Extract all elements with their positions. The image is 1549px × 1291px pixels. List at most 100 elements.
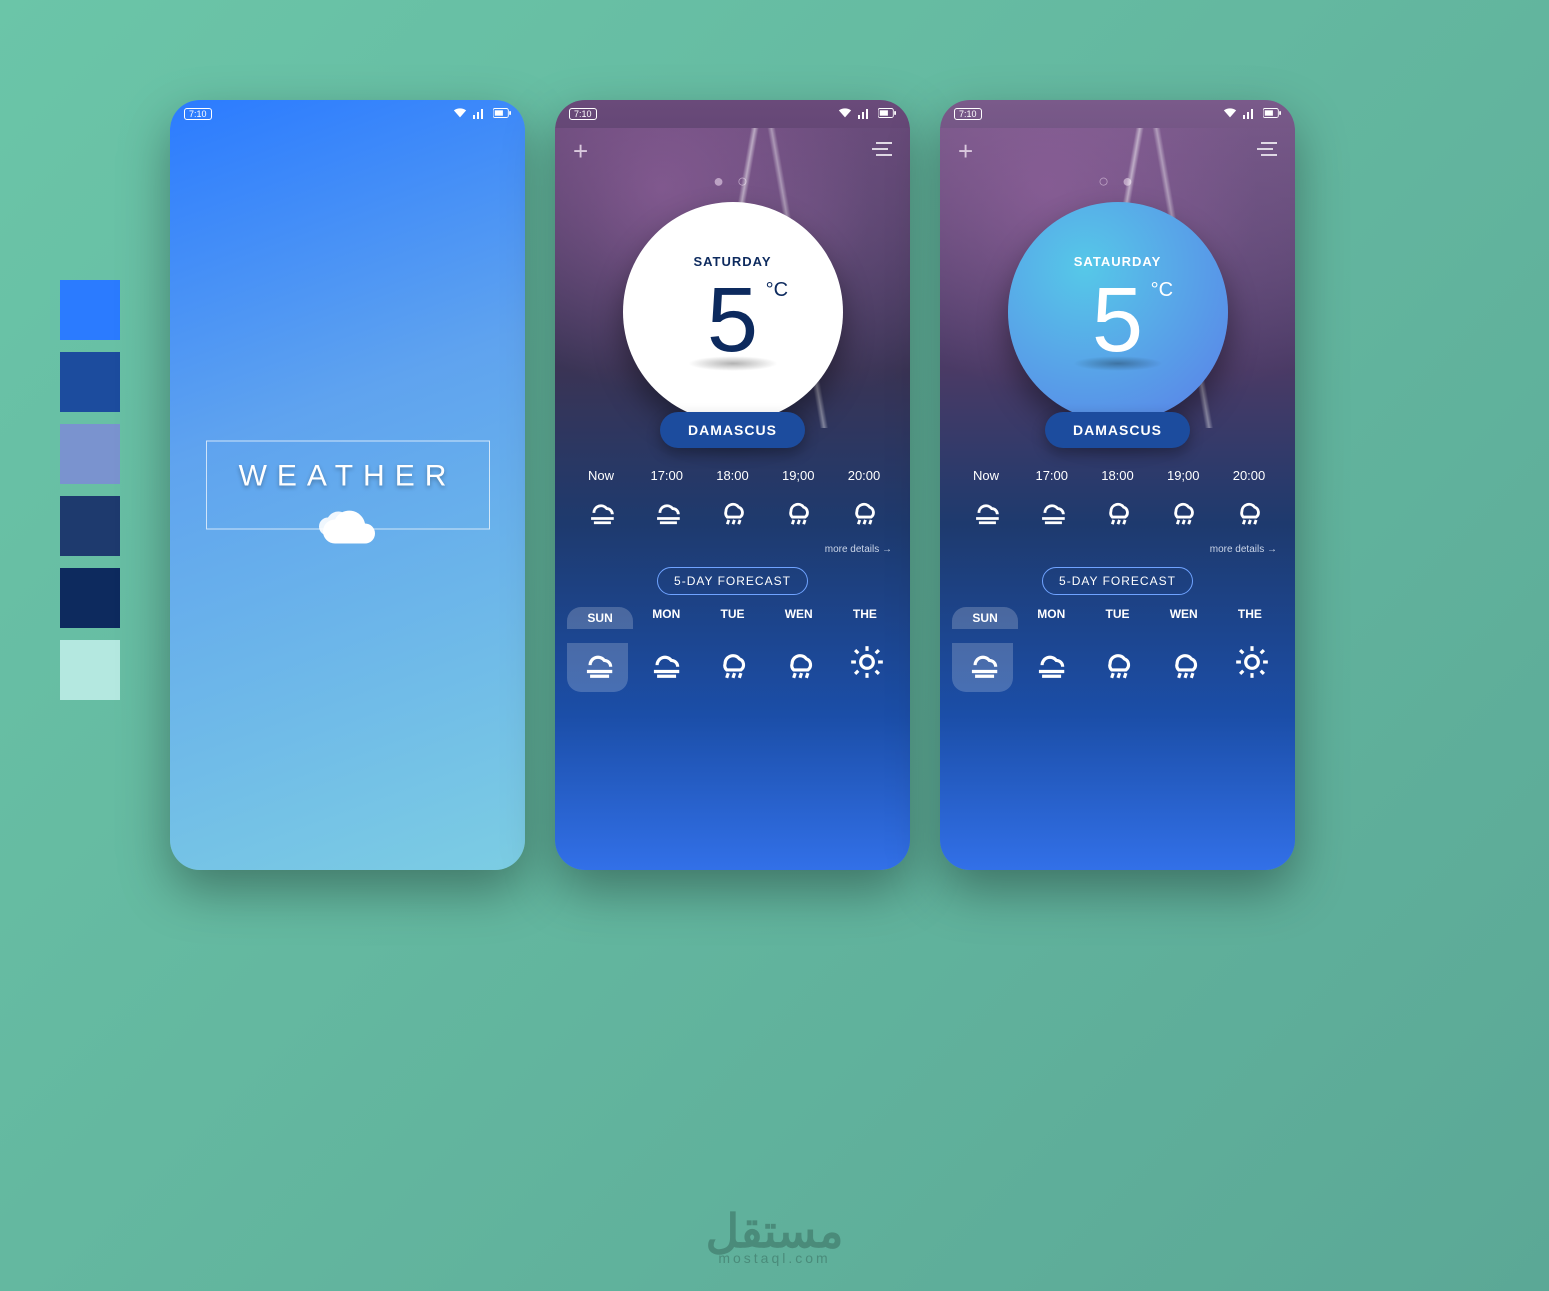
- hourly-item[interactable]: 20:00: [1219, 468, 1279, 532]
- day-icon-cell[interactable]: [1019, 643, 1080, 692]
- hour-label: 19;00: [1153, 468, 1213, 483]
- battery-icon: [1263, 108, 1281, 121]
- rain-icon: [703, 493, 763, 532]
- hourly-item[interactable]: 17:00: [637, 468, 697, 532]
- hour-label: 20:00: [1219, 468, 1279, 483]
- hour-label: 17:00: [637, 468, 697, 483]
- rain-icon: [1088, 493, 1148, 532]
- day-tab[interactable]: WEN: [766, 607, 832, 629]
- hourly-item[interactable]: 17:00: [1022, 468, 1082, 532]
- page-dots[interactable]: ● ○: [555, 171, 910, 192]
- day-icon-cell[interactable]: [702, 643, 763, 692]
- swatch-1: [60, 352, 120, 412]
- day-icon-cell[interactable]: [1087, 643, 1148, 692]
- status-time: 7:10: [954, 108, 982, 120]
- more-details-link[interactable]: more details →: [555, 538, 910, 561]
- wifi-icon: [1223, 107, 1237, 122]
- day-tab[interactable]: THE: [1217, 607, 1283, 629]
- hour-label: 18:00: [703, 468, 763, 483]
- day-tab[interactable]: THE: [832, 607, 898, 629]
- hourly-item[interactable]: 18:00: [703, 468, 763, 532]
- page-dots[interactable]: ○ ●: [940, 171, 1295, 192]
- day-tab[interactable]: SUN: [952, 607, 1018, 629]
- swatch-5: [60, 640, 120, 700]
- swatch-4: [60, 568, 120, 628]
- signal-icon: [858, 107, 872, 122]
- day-icon-cell[interactable]: [1222, 643, 1283, 692]
- day-abbrev: WEN: [1151, 607, 1217, 621]
- temperature-circle: SATURDAY 5°C: [623, 202, 843, 422]
- watermark-en: mostaql.com: [706, 1250, 844, 1266]
- day-tab[interactable]: MON: [1018, 607, 1084, 629]
- forecast-header: 5-DAY FORECAST: [657, 567, 808, 595]
- cloud-icon: [237, 504, 459, 559]
- more-details-link[interactable]: more details →: [940, 538, 1295, 561]
- hourly-item[interactable]: 19;00: [1153, 468, 1213, 532]
- rain-icon: [1153, 493, 1213, 532]
- swatch-3: [60, 496, 120, 556]
- fog-icon: [956, 493, 1016, 532]
- fog-icon: [571, 493, 631, 532]
- day-abbrev: THE: [1217, 607, 1283, 621]
- status-bar: 7:10: [940, 100, 1295, 128]
- city-pill[interactable]: DAMASCUS: [1045, 412, 1190, 448]
- day-abbrev: TUE: [1084, 607, 1150, 621]
- day-icon-cell[interactable]: [769, 643, 830, 692]
- fog-icon: [1031, 668, 1069, 685]
- day-icon-cell[interactable]: [1154, 643, 1215, 692]
- hourly-item[interactable]: 19;00: [768, 468, 828, 532]
- splash-screen: 7:10 WEATHER: [170, 100, 525, 870]
- hour-label: 19;00: [768, 468, 828, 483]
- hour-label: Now: [571, 468, 631, 483]
- day-tab[interactable]: TUE: [699, 607, 765, 629]
- menu-button[interactable]: [872, 141, 892, 162]
- day-icon-cell[interactable]: [634, 643, 695, 692]
- fog-icon: [1022, 493, 1082, 532]
- day-icon-cell[interactable]: [837, 643, 898, 692]
- hourly-forecast[interactable]: Now 17:00 18:00 19;00 20:00: [940, 448, 1295, 538]
- swatch-2: [60, 424, 120, 484]
- hourly-item[interactable]: Now: [956, 468, 1016, 532]
- hour-label: Now: [956, 468, 1016, 483]
- app-title: WEATHER: [237, 460, 459, 494]
- day-tab[interactable]: MON: [633, 607, 699, 629]
- daily-labels: SUN MON TUE WEN THE: [555, 601, 910, 635]
- swatch-0: [60, 280, 120, 340]
- wifi-icon: [453, 107, 467, 122]
- fog-icon: [579, 668, 617, 685]
- rain-icon: [781, 668, 819, 685]
- temperature-circle: SATAURDAY 5°C: [1008, 202, 1228, 422]
- hour-label: 20:00: [834, 468, 894, 483]
- day-abbrev: MON: [1018, 607, 1084, 621]
- day-tab[interactable]: TUE: [1084, 607, 1150, 629]
- hourly-forecast[interactable]: Now 17:00 18:00 19;00 20:00: [555, 448, 910, 538]
- rain-icon: [1219, 493, 1279, 532]
- temp-number: 5: [1092, 269, 1143, 371]
- status-icons: [1223, 107, 1281, 122]
- battery-icon: [493, 108, 511, 121]
- rain-icon: [834, 493, 894, 532]
- temp-unit: °C: [766, 280, 788, 300]
- add-button[interactable]: +: [573, 136, 588, 167]
- color-palette: [60, 280, 120, 700]
- day-icon-cell[interactable]: [952, 643, 1013, 692]
- sun-icon: [848, 668, 886, 685]
- watermark: مستقل mostaql.com: [706, 1204, 844, 1266]
- hourly-item[interactable]: 20:00: [834, 468, 894, 532]
- menu-button[interactable]: [1257, 141, 1277, 162]
- hour-label: 18:00: [1088, 468, 1148, 483]
- temperature-value: 5°C: [1092, 274, 1143, 366]
- temp-number: 5: [707, 269, 758, 371]
- add-button[interactable]: +: [958, 136, 973, 167]
- rain-icon: [1099, 668, 1137, 685]
- day-label: SATAURDAY: [1074, 254, 1162, 269]
- city-pill[interactable]: DAMASCUS: [660, 412, 805, 448]
- day-icon-cell[interactable]: [567, 643, 628, 692]
- daily-icons: [940, 635, 1295, 704]
- day-tab[interactable]: WEN: [1151, 607, 1217, 629]
- hourly-item[interactable]: Now: [571, 468, 631, 532]
- fog-icon: [646, 668, 684, 685]
- day-tab[interactable]: SUN: [567, 607, 633, 629]
- hourly-item[interactable]: 18:00: [1088, 468, 1148, 532]
- daily-labels: SUN MON TUE WEN THE: [940, 601, 1295, 635]
